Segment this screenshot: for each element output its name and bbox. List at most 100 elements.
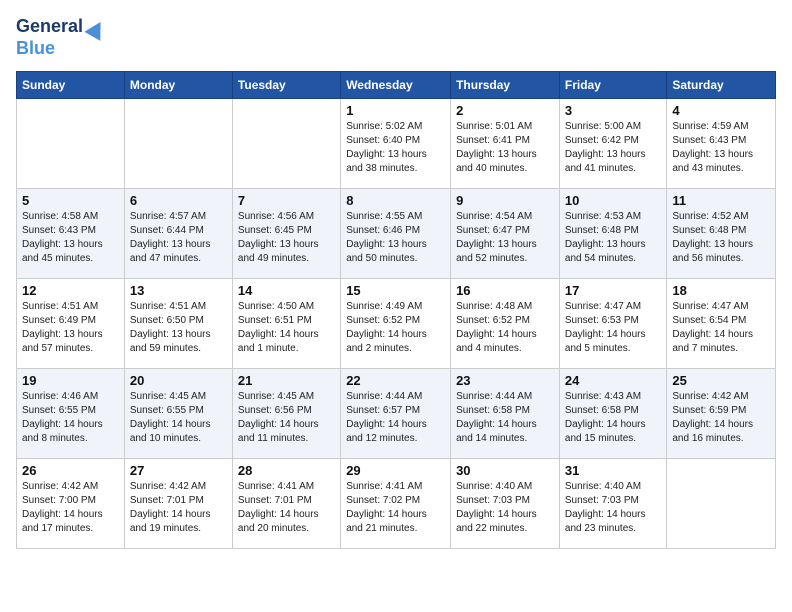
- day-info: Sunrise: 4:44 AM Sunset: 6:57 PM Dayligh…: [346, 390, 445, 446]
- day-info: Sunrise: 4:58 AM Sunset: 6:43 PM Dayligh…: [22, 210, 119, 266]
- calendar-cell: 31 Sunrise: 4:40 AM Sunset: 7:03 PM Dayli…: [559, 459, 666, 549]
- day-number: 11: [672, 193, 770, 208]
- day-info: Sunrise: 4:41 AM Sunset: 7:02 PM Dayligh…: [346, 480, 445, 536]
- day-info: Sunrise: 4:42 AM Sunset: 7:00 PM Dayligh…: [22, 480, 119, 536]
- calendar-cell: 23Sunrise: 4:44 AM Sunset: 6:58 PM Dayli…: [451, 369, 560, 459]
- day-info: Sunrise: 4:41 AM Sunset: 7:01 PM Dayligh…: [238, 480, 335, 536]
- day-info: Sunrise: 4:40 AM Sunset: 7:03 PM Dayligh…: [565, 480, 661, 536]
- calendar-cell: 9 Sunrise: 4:54 AM Sunset: 6:47 PM Daylig…: [451, 189, 560, 279]
- week-row-0: 1Sunrise: 5:02 AM Sunset: 6:40 PM Daylig…: [17, 99, 776, 189]
- day-info: Sunrise: 4:50 AM Sunset: 6:51 PM Dayligh…: [238, 300, 335, 356]
- calendar-cell: [17, 99, 125, 189]
- calendar-cell: 25Sunrise: 4:42 AM Sunset: 6:59 PM Dayli…: [667, 369, 776, 459]
- calendar-cell: 17 Sunrise: 4:47 AM Sunset: 6:53 PM Dayli…: [559, 279, 666, 369]
- calendar-cell: 4 Sunrise: 4:59 AM Sunset: 6:43 PM Daylig…: [667, 99, 776, 189]
- calendar-cell: 2 Sunrise: 5:01 AM Sunset: 6:41 PM Daylig…: [451, 99, 560, 189]
- day-number: 30: [456, 463, 554, 478]
- day-info: Sunrise: 4:46 AM Sunset: 6:55 PM Dayligh…: [22, 390, 119, 446]
- day-number: 22: [346, 373, 445, 388]
- logo-icon: [85, 19, 107, 41]
- day-info: Sunrise: 4:51 AM Sunset: 6:49 PM Dayligh…: [22, 300, 119, 356]
- calendar-cell: 28Sunrise: 4:41 AM Sunset: 7:01 PM Dayli…: [232, 459, 340, 549]
- day-number: 31: [565, 463, 661, 478]
- calendar-cell: 20 Sunrise: 4:45 AM Sunset: 6:55 PM Dayli…: [124, 369, 232, 459]
- calendar-cell: [667, 459, 776, 549]
- day-number: 2: [456, 103, 554, 118]
- calendar-cell: 16Sunrise: 4:48 AM Sunset: 6:52 PM Dayli…: [451, 279, 560, 369]
- day-number: 9: [456, 193, 554, 208]
- day-number: 16: [456, 283, 554, 298]
- day-info: Sunrise: 4:56 AM Sunset: 6:45 PM Dayligh…: [238, 210, 335, 266]
- day-info: Sunrise: 4:59 AM Sunset: 6:43 PM Dayligh…: [672, 120, 770, 176]
- calendar-cell: 27Sunrise: 4:42 AM Sunset: 7:01 PM Dayli…: [124, 459, 232, 549]
- calendar-cell: [124, 99, 232, 189]
- day-number: 21: [238, 373, 335, 388]
- logo: GeneralBlue: [16, 16, 107, 59]
- day-number: 8: [346, 193, 445, 208]
- header-row: SundayMondayTuesdayWednesdayThursdayFrid…: [17, 72, 776, 99]
- day-number: 13: [130, 283, 227, 298]
- day-number: 6: [130, 193, 227, 208]
- day-info: Sunrise: 5:02 AM Sunset: 6:40 PM Dayligh…: [346, 120, 445, 176]
- day-number: 5: [22, 193, 119, 208]
- week-row-4: 26 Sunrise: 4:42 AM Sunset: 7:00 PM Dayli…: [17, 459, 776, 549]
- day-info: Sunrise: 4:54 AM Sunset: 6:47 PM Dayligh…: [456, 210, 554, 266]
- header-tuesday: Tuesday: [232, 72, 340, 99]
- day-info: Sunrise: 4:42 AM Sunset: 7:01 PM Dayligh…: [130, 480, 227, 536]
- day-info: Sunrise: 4:45 AM Sunset: 6:56 PM Dayligh…: [238, 390, 335, 446]
- week-row-2: 12 Sunrise: 4:51 AM Sunset: 6:49 PM Dayli…: [17, 279, 776, 369]
- day-number: 18: [672, 283, 770, 298]
- calendar-cell: 8 Sunrise: 4:55 AM Sunset: 6:46 PM Daylig…: [341, 189, 451, 279]
- page-header: GeneralBlue: [16, 16, 776, 59]
- day-number: 29: [346, 463, 445, 478]
- calendar-cell: 12 Sunrise: 4:51 AM Sunset: 6:49 PM Dayli…: [17, 279, 125, 369]
- day-number: 24: [565, 373, 661, 388]
- day-info: Sunrise: 4:45 AM Sunset: 6:55 PM Dayligh…: [130, 390, 227, 446]
- calendar-cell: 3 Sunrise: 5:00 AM Sunset: 6:42 PM Daylig…: [559, 99, 666, 189]
- calendar-cell: 13 Sunrise: 4:51 AM Sunset: 6:50 PM Dayli…: [124, 279, 232, 369]
- day-info: Sunrise: 4:42 AM Sunset: 6:59 PM Dayligh…: [672, 390, 770, 446]
- day-number: 10: [565, 193, 661, 208]
- day-number: 19: [22, 373, 119, 388]
- header-wednesday: Wednesday: [341, 72, 451, 99]
- calendar-cell: 30 Sunrise: 4:40 AM Sunset: 7:03 PM Dayli…: [451, 459, 560, 549]
- day-number: 4: [672, 103, 770, 118]
- day-info: Sunrise: 4:47 AM Sunset: 6:53 PM Dayligh…: [565, 300, 661, 356]
- calendar-cell: 21 Sunrise: 4:45 AM Sunset: 6:56 PM Dayli…: [232, 369, 340, 459]
- day-info: Sunrise: 4:49 AM Sunset: 6:52 PM Dayligh…: [346, 300, 445, 356]
- calendar-cell: [232, 99, 340, 189]
- calendar-table: SundayMondayTuesdayWednesdayThursdayFrid…: [16, 71, 776, 549]
- calendar-cell: 1Sunrise: 5:02 AM Sunset: 6:40 PM Daylig…: [341, 99, 451, 189]
- day-info: Sunrise: 4:53 AM Sunset: 6:48 PM Dayligh…: [565, 210, 661, 266]
- calendar-cell: 29 Sunrise: 4:41 AM Sunset: 7:02 PM Dayli…: [341, 459, 451, 549]
- day-info: Sunrise: 4:43 AM Sunset: 6:58 PM Dayligh…: [565, 390, 661, 446]
- header-saturday: Saturday: [667, 72, 776, 99]
- day-info: Sunrise: 4:40 AM Sunset: 7:03 PM Dayligh…: [456, 480, 554, 536]
- day-number: 7: [238, 193, 335, 208]
- day-info: Sunrise: 5:00 AM Sunset: 6:42 PM Dayligh…: [565, 120, 661, 176]
- calendar-cell: 26 Sunrise: 4:42 AM Sunset: 7:00 PM Dayli…: [17, 459, 125, 549]
- calendar-cell: 18 Sunrise: 4:47 AM Sunset: 6:54 PM Dayli…: [667, 279, 776, 369]
- header-monday: Monday: [124, 72, 232, 99]
- day-number: 17: [565, 283, 661, 298]
- day-number: 26: [22, 463, 119, 478]
- day-info: Sunrise: 5:01 AM Sunset: 6:41 PM Dayligh…: [456, 120, 554, 176]
- day-number: 3: [565, 103, 661, 118]
- calendar-cell: 7 Sunrise: 4:56 AM Sunset: 6:45 PM Daylig…: [232, 189, 340, 279]
- calendar-cell: 22 Sunrise: 4:44 AM Sunset: 6:57 PM Dayli…: [341, 369, 451, 459]
- calendar-cell: 14Sunrise: 4:50 AM Sunset: 6:51 PM Dayli…: [232, 279, 340, 369]
- day-number: 12: [22, 283, 119, 298]
- day-info: Sunrise: 4:57 AM Sunset: 6:44 PM Dayligh…: [130, 210, 227, 266]
- week-row-3: 19 Sunrise: 4:46 AM Sunset: 6:55 PM Dayli…: [17, 369, 776, 459]
- day-info: Sunrise: 4:51 AM Sunset: 6:50 PM Dayligh…: [130, 300, 227, 356]
- header-friday: Friday: [559, 72, 666, 99]
- day-info: Sunrise: 4:52 AM Sunset: 6:48 PM Dayligh…: [672, 210, 770, 266]
- calendar-cell: 11 Sunrise: 4:52 AM Sunset: 6:48 PM Dayli…: [667, 189, 776, 279]
- day-info: Sunrise: 4:47 AM Sunset: 6:54 PM Dayligh…: [672, 300, 770, 356]
- day-info: Sunrise: 4:55 AM Sunset: 6:46 PM Dayligh…: [346, 210, 445, 266]
- calendar-cell: 5 Sunrise: 4:58 AM Sunset: 6:43 PM Daylig…: [17, 189, 125, 279]
- day-number: 20: [130, 373, 227, 388]
- header-sunday: Sunday: [17, 72, 125, 99]
- calendar-cell: 24 Sunrise: 4:43 AM Sunset: 6:58 PM Dayli…: [559, 369, 666, 459]
- header-thursday: Thursday: [451, 72, 560, 99]
